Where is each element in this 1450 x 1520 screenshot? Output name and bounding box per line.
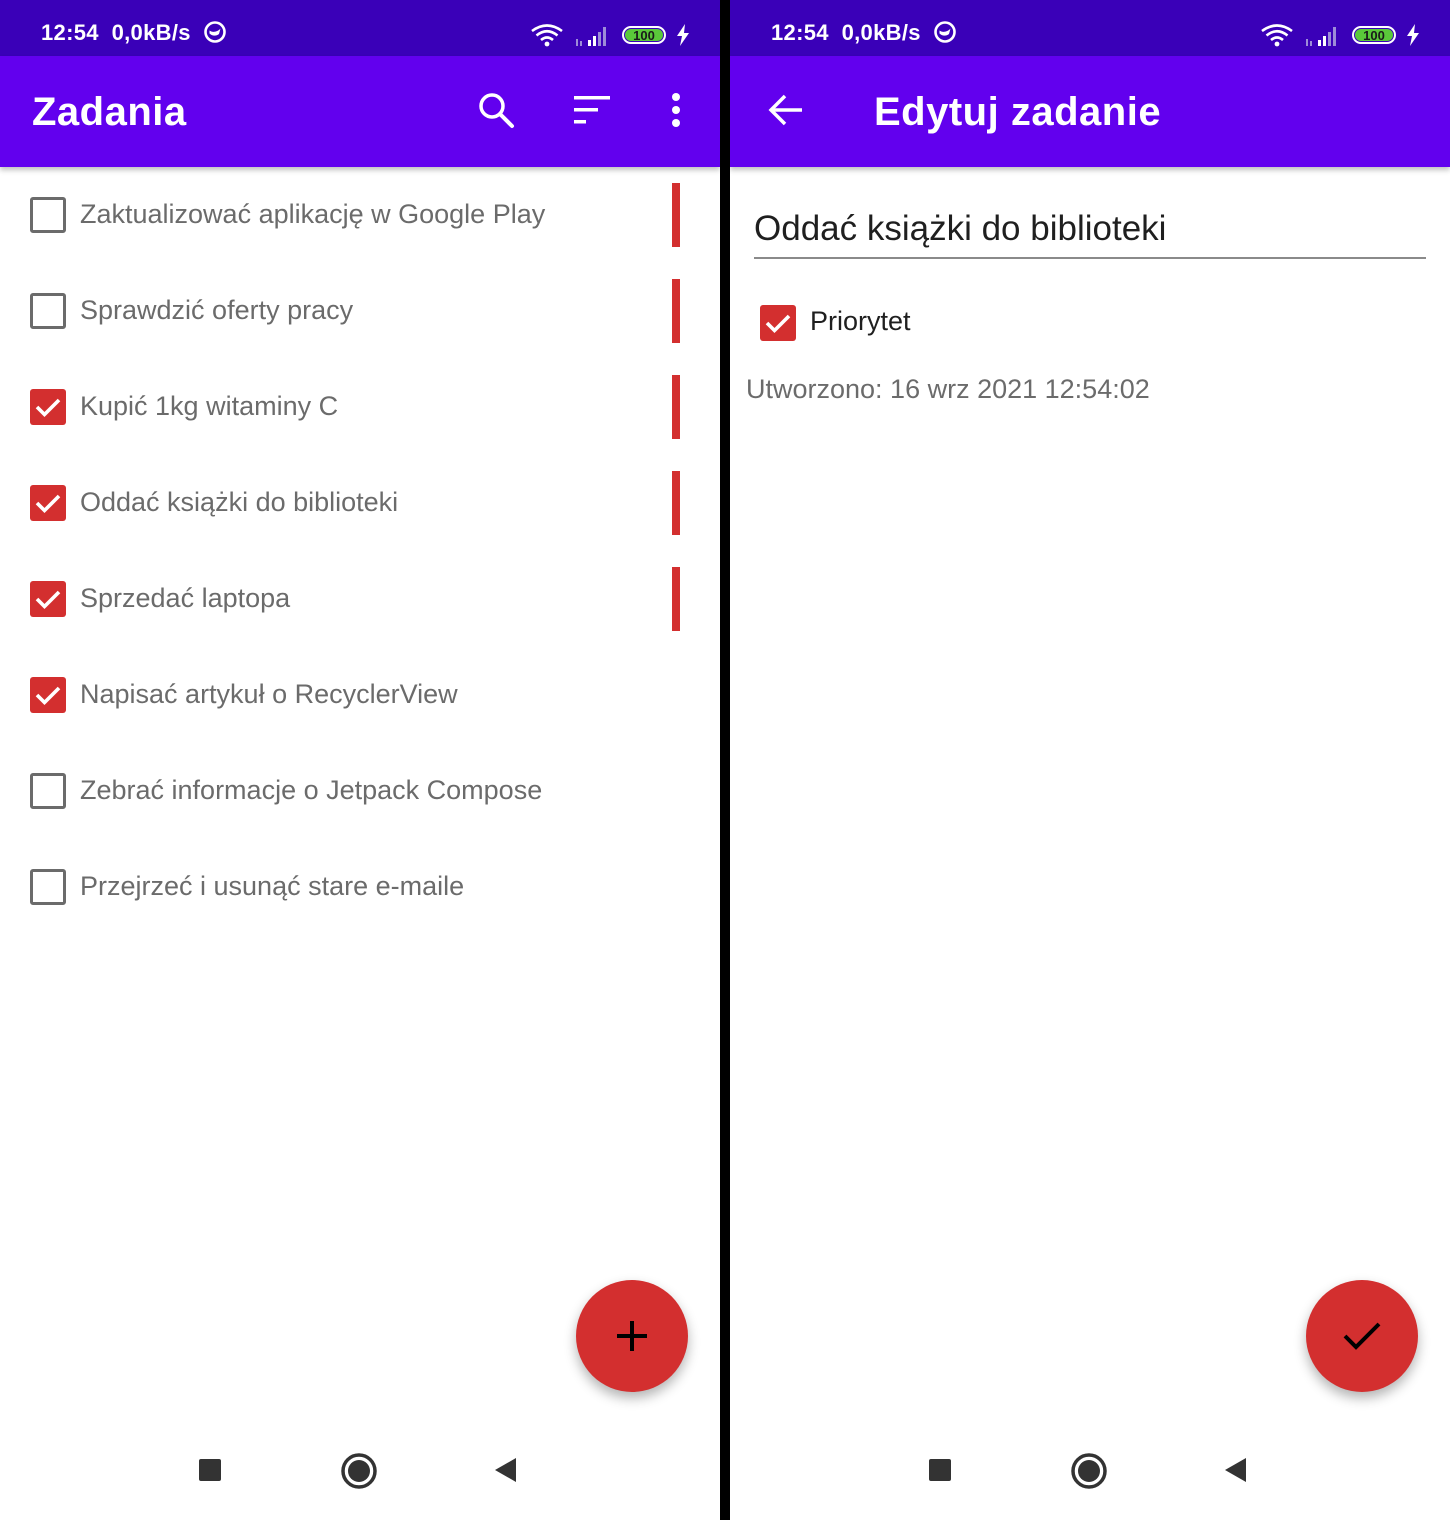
task-checkbox[interactable]: [30, 197, 66, 233]
home-circle-icon: [341, 1453, 377, 1489]
edit-task-screen: 12:54 0,0kB/s 100 Edytuj zadanie Prioryt…: [730, 0, 1450, 1520]
status-left: 12:54 0,0kB/s: [41, 20, 227, 46]
status-left: 12:54 0,0kB/s: [771, 20, 957, 46]
check-icon: [35, 686, 61, 706]
task-label: Sprzedać laptopa: [80, 583, 291, 613]
check-icon: [35, 590, 61, 610]
save-task-button[interactable]: [1306, 1280, 1418, 1392]
page-title: Zadania: [32, 90, 187, 134]
status-time: 12:54: [771, 20, 829, 45]
app-bar: Zadania: [0, 56, 720, 167]
task-row[interactable]: Napisać artykuł o RecyclerView: [0, 647, 720, 743]
status-right: 100: [530, 18, 690, 52]
status-bar: 12:54 0,0kB/s 100: [0, 0, 720, 56]
add-task-button[interactable]: [576, 1280, 688, 1392]
task-row[interactable]: Zebrać informacje o Jetpack Compose: [0, 743, 720, 839]
home-circle-icon: [1071, 1453, 1107, 1489]
check-icon: [765, 314, 791, 334]
more-vert-icon: [672, 93, 680, 127]
task-checkbox[interactable]: [30, 389, 66, 425]
task-checkbox[interactable]: [30, 485, 66, 521]
task-label: Przejrzeć i usunąć stare e-maile: [80, 871, 465, 901]
sort-button[interactable]: [566, 84, 618, 136]
status-speed: 0,0kB/s: [841, 20, 921, 45]
task-label: Zebrać informacje o Jetpack Compose: [80, 775, 543, 805]
task-list: Zaktualizować aplikację w Google Play Spr…: [0, 167, 720, 935]
app-bar: Edytuj zadanie: [730, 56, 1450, 167]
check-icon: [35, 494, 61, 514]
task-row[interactable]: Oddać książki do biblioteki: [0, 455, 720, 551]
priority-indicator: [672, 279, 680, 343]
task-name-field[interactable]: [754, 205, 1426, 259]
plus-icon: [617, 1321, 647, 1351]
search-button[interactable]: [470, 84, 522, 136]
task-label: Napisać artykuł o RecyclerView: [80, 679, 458, 709]
charging-icon: [1407, 24, 1419, 46]
task-row[interactable]: Sprzedać laptopa: [0, 551, 720, 647]
status-right: 100: [1260, 18, 1420, 52]
signal-icon: [1306, 27, 1336, 46]
task-label: Kupić 1kg witaminy C: [80, 391, 339, 421]
triangle-back-icon: [1225, 1458, 1246, 1482]
home-button[interactable]: [338, 1450, 380, 1492]
triangle-back-icon: [495, 1458, 516, 1482]
created-date: Utworzono: 16 wrz 2021 12:54:02: [746, 374, 1150, 404]
task-checkbox[interactable]: [30, 581, 66, 617]
priority-checkbox[interactable]: [760, 305, 796, 341]
priority-indicator: [672, 471, 680, 535]
task-name-input[interactable]: [754, 205, 1426, 249]
battery-level: 100: [1363, 27, 1385, 43]
sort-icon: [574, 96, 610, 124]
search-icon: [479, 93, 514, 128]
task-checkbox[interactable]: [30, 773, 66, 809]
square-icon: [199, 1459, 221, 1481]
task-row[interactable]: Zaktualizować aplikację w Google Play: [0, 167, 720, 263]
task-checkbox[interactable]: [30, 869, 66, 905]
back-nav-button[interactable]: [486, 1450, 526, 1490]
task-row[interactable]: Kupić 1kg witaminy C: [0, 359, 720, 455]
battery-icon: 100: [622, 26, 666, 44]
recents-button[interactable]: [920, 1450, 960, 1490]
recents-button[interactable]: [190, 1450, 230, 1490]
nav-bar: [730, 1424, 1450, 1520]
wifi-icon: [531, 24, 563, 47]
status-time: 12:54: [41, 20, 99, 45]
priority-label: Priorytet: [810, 306, 911, 336]
dnd-icon: [204, 21, 226, 43]
task-label: Zaktualizować aplikację w Google Play: [80, 199, 546, 229]
nav-bar: [0, 1424, 720, 1520]
arrow-back-icon: [768, 94, 802, 126]
priority-indicator: [672, 183, 680, 247]
task-label: Sprawdzić oferty pracy: [80, 295, 354, 325]
task-row[interactable]: Sprawdzić oferty pracy: [0, 263, 720, 359]
status-bar: 12:54 0,0kB/s 100: [730, 0, 1450, 56]
home-button[interactable]: [1068, 1450, 1110, 1492]
task-list-screen: 12:54 0,0kB/s 100 Zadania Zaktualizować …: [0, 0, 720, 1520]
dnd-icon: [934, 21, 956, 43]
task-row[interactable]: Przejrzeć i usunąć stare e-maile: [0, 839, 720, 935]
task-checkbox[interactable]: [30, 677, 66, 713]
status-speed: 0,0kB/s: [111, 20, 191, 45]
task-label: Oddać książki do biblioteki: [80, 487, 399, 517]
signal-icon: [576, 27, 606, 46]
square-icon: [929, 1459, 951, 1481]
task-checkbox[interactable]: [30, 293, 66, 329]
check-icon: [1343, 1322, 1381, 1350]
priority-indicator: [672, 375, 680, 439]
charging-icon: [677, 24, 689, 46]
wifi-icon: [1261, 24, 1293, 47]
priority-indicator: [672, 567, 680, 631]
battery-level: 100: [633, 27, 655, 43]
back-button[interactable]: [760, 84, 812, 136]
page-title: Edytuj zadanie: [874, 90, 1162, 134]
more-options-button[interactable]: [656, 84, 696, 136]
back-nav-button[interactable]: [1216, 1450, 1256, 1490]
battery-icon: 100: [1352, 26, 1396, 44]
check-icon: [35, 398, 61, 418]
